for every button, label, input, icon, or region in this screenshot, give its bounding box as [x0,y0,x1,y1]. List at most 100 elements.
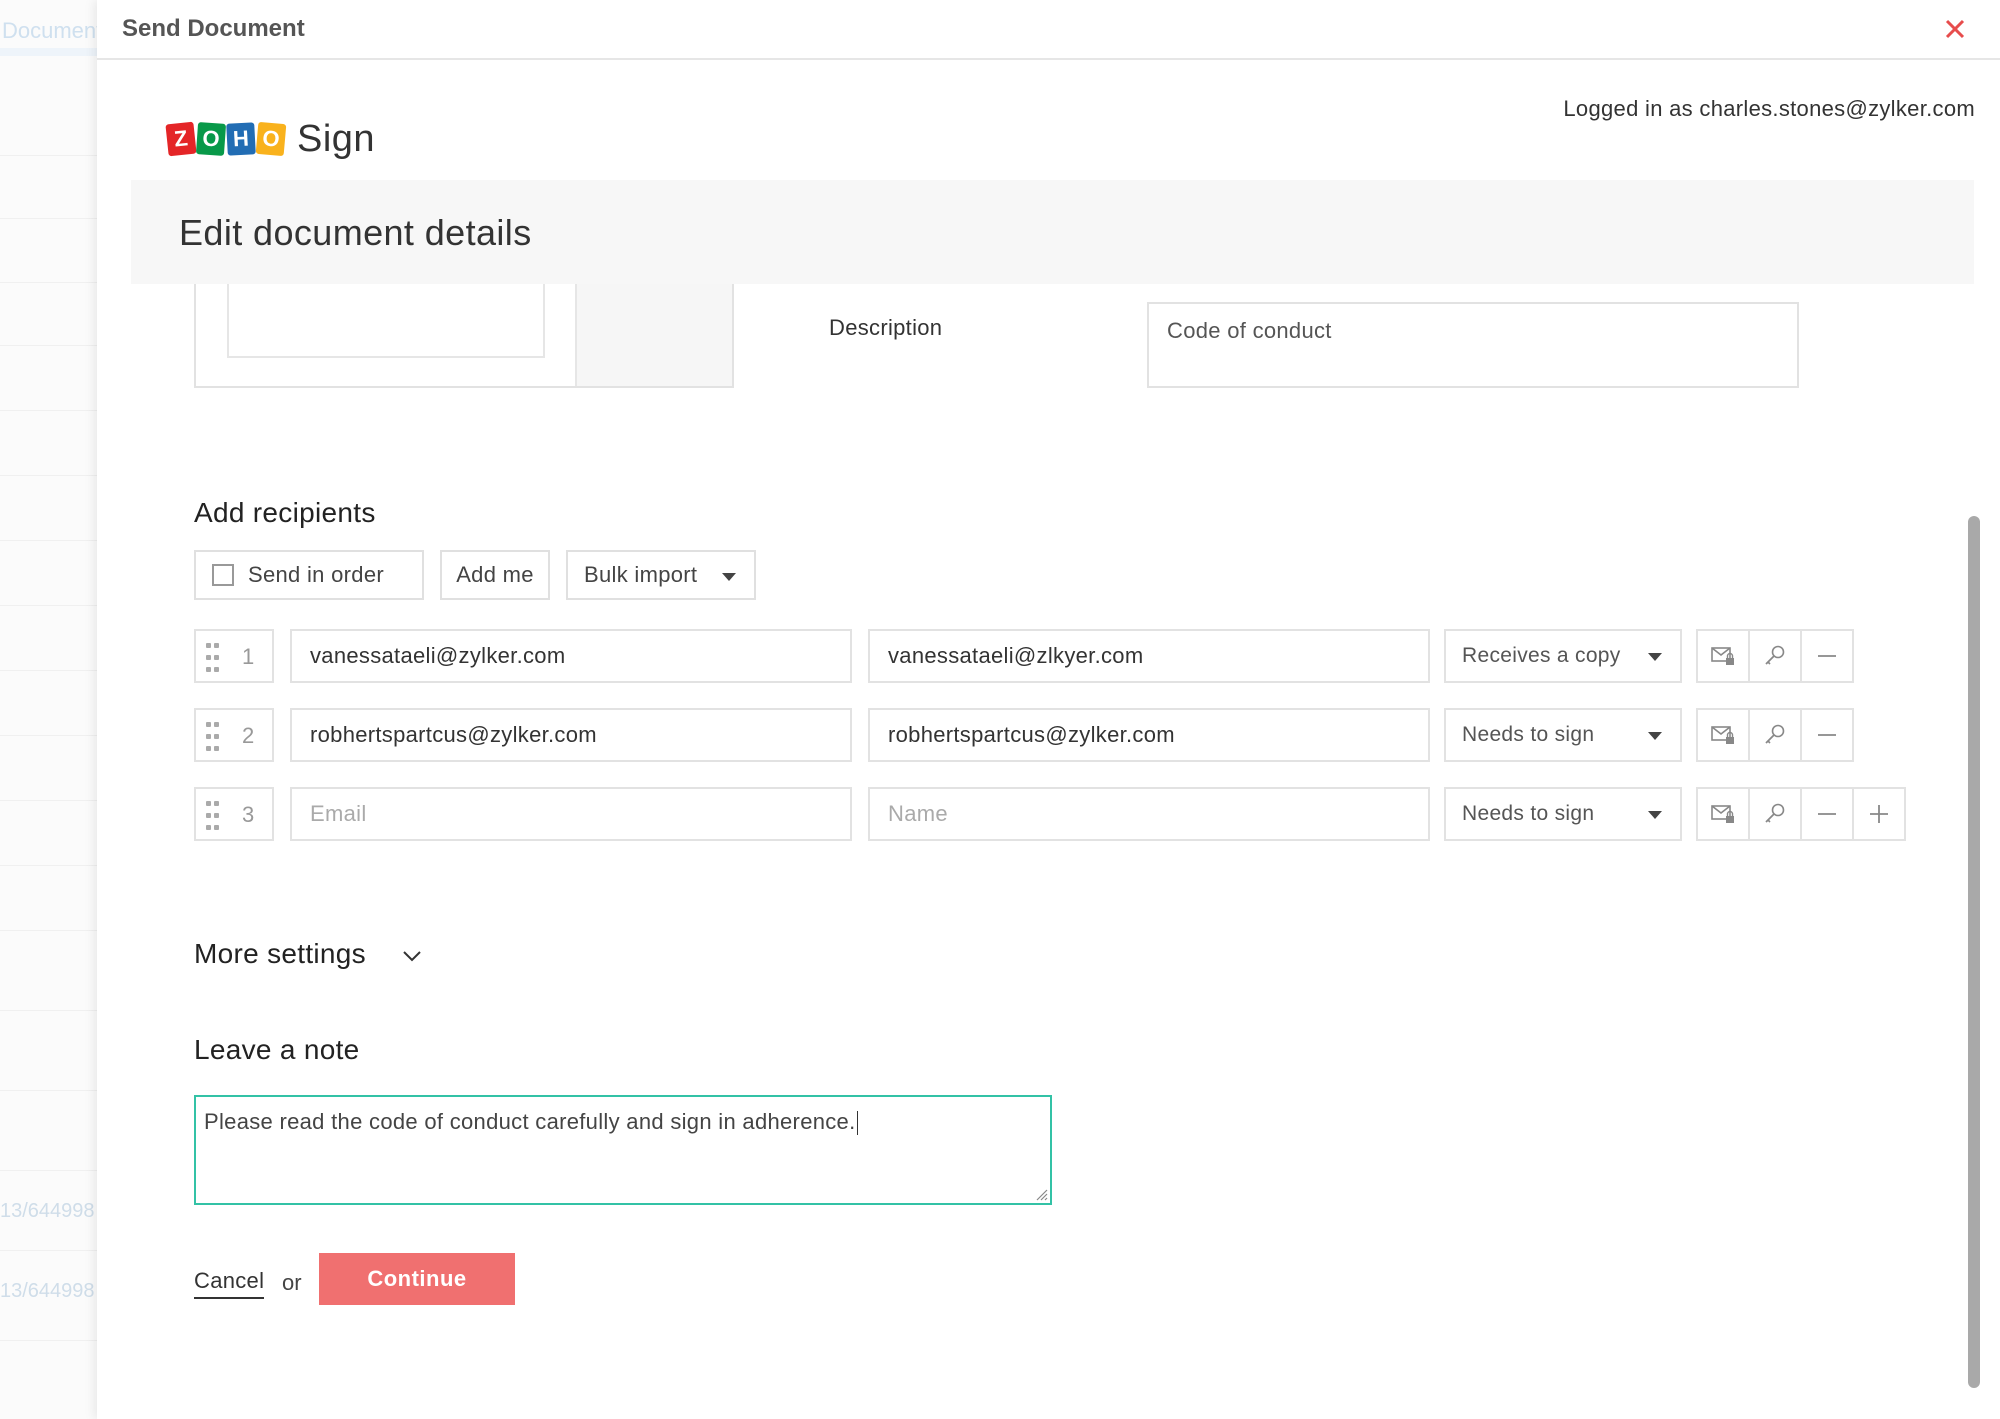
background-divider [0,218,97,219]
recipient-name-input[interactable]: robhertspartcus@zylker.com [868,708,1430,762]
background-tab: Documents [2,18,97,43]
background-divider [0,155,97,156]
envelope-lock-icon [1711,726,1734,744]
send-in-order-toggle[interactable]: Send in order [194,550,424,600]
document-thumbnail-panel [575,284,732,386]
add-me-button[interactable]: Add me [440,550,550,600]
background-divider [0,865,97,866]
plus-icon [1870,805,1888,823]
note-title: Leave a note [194,1034,360,1065]
background-app: Documents 13/644998 13/644998 [0,0,97,1419]
remove-recipient-button[interactable] [1800,708,1854,762]
remove-recipient-button[interactable] [1800,787,1854,841]
recipient-email-input[interactable]: vanessataeli@zylker.com [290,629,852,683]
add-recipient-button[interactable] [1852,787,1906,841]
logo-letter: Z [165,121,197,157]
background-divider [0,282,97,283]
key-icon [1765,724,1785,744]
key-icon [1765,803,1785,823]
drag-handle[interactable]: 3 [194,787,274,841]
text-cursor [856,1111,858,1136]
background-divider [0,930,97,931]
send-in-order-label: Send in order [248,562,384,587]
recipient-index: 2 [242,723,255,748]
caret-down-icon [1648,811,1662,819]
background-divider [0,1010,97,1011]
minus-icon [1818,734,1836,736]
drag-grip-icon [206,801,220,831]
recipient-index: 3 [242,802,255,827]
minus-icon [1818,655,1836,657]
access-code-button[interactable] [1748,787,1802,841]
modal-header: Send Document [97,0,2000,60]
background-tab-underline [0,48,97,56]
caret-down-icon [1648,653,1662,661]
continue-button[interactable]: Continue [319,1253,515,1305]
background-divider [0,605,97,606]
envelope-lock-icon [1711,647,1734,665]
private-message-button[interactable] [1696,708,1750,762]
background-divider [0,800,97,801]
close-icon-glyph [1945,19,1965,39]
note-textarea[interactable]: Please read the code of conduct carefull… [194,1095,1052,1205]
send-in-order-checkbox[interactable] [212,564,234,586]
logo-letter: H [226,122,256,156]
recipient-role-dropdown[interactable]: Receives a copy [1444,629,1682,683]
send-document-modal: Send Document Z O H O Sign Logged in as … [97,0,2000,1419]
background-divider [0,540,97,541]
background-row-id: 13/644998 [0,1280,95,1302]
chevron-down-icon[interactable] [400,944,424,968]
logo-letter: O [255,121,287,157]
background-divider [0,475,97,476]
note-text: Please read the code of conduct carefull… [204,1109,856,1134]
background-divider [0,1250,97,1251]
access-code-button[interactable] [1748,708,1802,762]
drag-grip-icon [206,722,220,752]
caret-down-icon [722,573,736,581]
logo-letter: O [195,122,227,156]
or-separator: or [282,1270,302,1295]
modal-title: Send Document [122,15,305,42]
drag-handle[interactable]: 1 [194,629,274,683]
background-divider [0,1170,97,1171]
drag-handle[interactable]: 2 [194,708,274,762]
description-label: Description [829,315,943,340]
resize-handle-icon[interactable] [1034,1187,1048,1201]
zoho-sign-logo: Z O H O Sign [165,114,376,164]
recipient-role-label: Needs to sign [1462,723,1595,746]
edit-details-header: Edit document details [131,180,1974,284]
page-title: Edit document details [179,212,532,253]
private-message-button[interactable] [1696,787,1750,841]
description-input[interactable]: Code of conduct [1147,302,1799,388]
logo-product-name: Sign [297,117,376,160]
scrollbar-thumb[interactable] [1968,516,1980,1388]
recipient-role-dropdown[interactable]: Needs to sign [1444,708,1682,762]
background-divider [0,735,97,736]
document-thumbnail[interactable] [227,284,545,358]
recipient-index: 1 [242,644,255,669]
private-message-button[interactable] [1696,629,1750,683]
recipient-name-input[interactable]: Name [868,787,1430,841]
recipient-email-input[interactable]: robhertspartcus@zylker.com [290,708,852,762]
cancel-button[interactable]: Cancel [194,1268,265,1299]
recipients-title: Add recipients [194,497,376,528]
background-divider [0,670,97,671]
recipient-role-label: Needs to sign [1462,802,1595,825]
background-divider [0,1090,97,1091]
key-icon [1765,645,1785,665]
recipient-email-input[interactable]: Email [290,787,852,841]
bulk-import-dropdown[interactable]: Bulk import [566,550,756,600]
recipient-role-label: Receives a copy [1462,644,1621,667]
access-code-button[interactable] [1748,629,1802,683]
close-icon[interactable] [1938,12,1972,46]
background-divider [0,410,97,411]
more-settings-toggle[interactable]: More settings [194,938,366,970]
logged-in-status: Logged in as charles.stones@zylker.com [1563,96,1975,121]
recipient-name-input[interactable]: vanessataeli@zlkyer.com [868,629,1430,683]
remove-recipient-button[interactable] [1800,629,1854,683]
envelope-lock-icon [1711,805,1734,823]
background-divider [0,1340,97,1341]
drag-grip-icon [206,643,220,673]
recipient-role-dropdown[interactable]: Needs to sign [1444,787,1682,841]
minus-icon [1818,813,1836,815]
